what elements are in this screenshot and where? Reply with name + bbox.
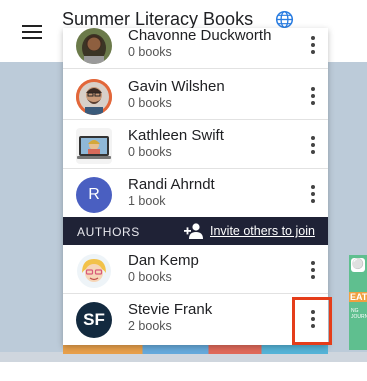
highlight-box [292, 297, 332, 345]
more-options-icon[interactable] [301, 258, 325, 282]
list-item[interactable]: R Randi Ahrndt 1 book [63, 170, 328, 218]
more-options-icon[interactable] [301, 33, 325, 57]
list-item[interactable]: Gavin Wilshen 0 books [63, 72, 328, 120]
member-name: Chavonne Duckworth [128, 28, 272, 44]
list-item[interactable]: SF Stevie Frank 2 books [63, 295, 328, 343]
invite-link-label[interactable]: Invite others to join [210, 224, 315, 238]
more-options-icon[interactable] [301, 182, 325, 206]
member-book-count: 0 books [128, 145, 172, 159]
member-book-count: 2 books [128, 319, 172, 333]
avatar [76, 253, 112, 289]
list-item[interactable]: Kathleen Swift 0 books [63, 121, 328, 169]
member-name: Gavin Wilshen [128, 78, 225, 95]
member-name: Stevie Frank [128, 301, 213, 318]
avatar: SF [76, 302, 112, 338]
avatar [76, 128, 112, 164]
member-name: Randi Ahrndt [128, 176, 215, 193]
screen: ⚪ EATO NG JOURN Summer Literacy Books [0, 0, 367, 381]
authors-section-header: AUTHORS Invite others to join [63, 217, 328, 245]
background-book-title: EATO [349, 292, 367, 302]
list-item[interactable]: Dan Kemp 0 books [63, 246, 328, 294]
avatar [76, 79, 112, 115]
member-name: Dan Kemp [128, 252, 199, 269]
more-options-icon[interactable] [301, 133, 325, 157]
page-title: Summer Literacy Books [62, 9, 254, 29]
globe-icon: ⚪ [351, 258, 365, 272]
list-item[interactable]: Chavonne Duckworth 0 books [63, 28, 328, 69]
members-dropdown: Chavonne Duckworth 0 books Gavin Wilshen [63, 28, 328, 345]
avatar [76, 28, 112, 64]
background-book-strip [63, 344, 328, 354]
member-book-count: 0 books [128, 96, 172, 110]
add-person-icon [184, 223, 203, 239]
background-footer [0, 362, 367, 381]
member-book-count: 1 book [128, 194, 166, 208]
member-name: Kathleen Swift [128, 127, 224, 144]
more-options-icon[interactable] [301, 84, 325, 108]
member-book-count: 0 books [128, 270, 172, 284]
background-book-subtitle: NG JOURN [351, 308, 367, 320]
avatar: R [76, 177, 112, 213]
member-book-count: 0 books [128, 45, 172, 59]
authors-heading: AUTHORS [77, 225, 140, 239]
globe-icon[interactable] [275, 10, 294, 29]
hamburger-menu-icon[interactable] [22, 25, 42, 39]
